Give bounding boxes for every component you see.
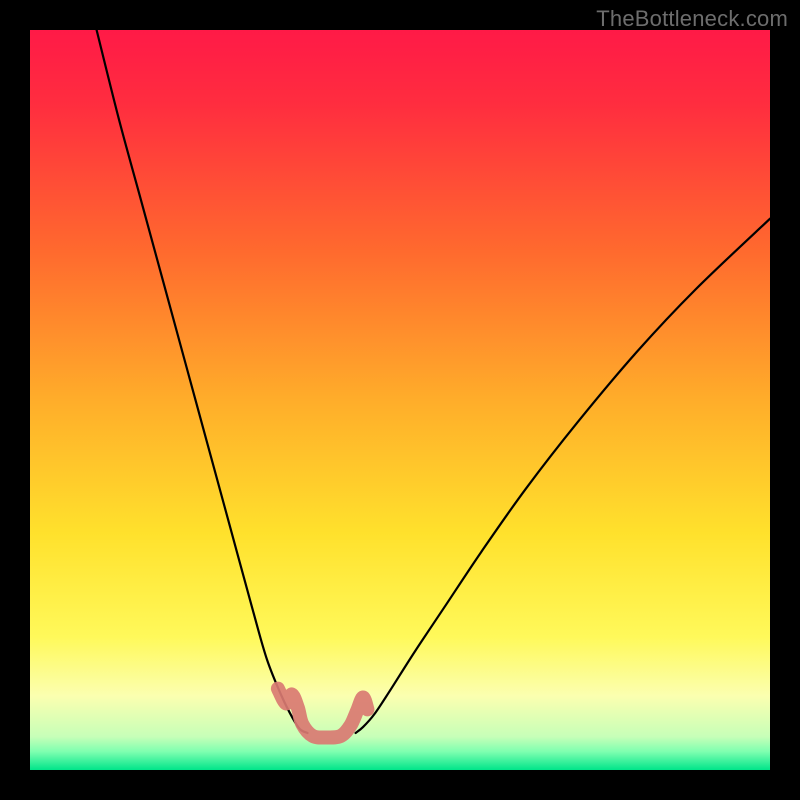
plot-area: [30, 30, 770, 770]
watermark-text: TheBottleneck.com: [596, 6, 788, 32]
chart-background: [30, 30, 770, 770]
chart-container: TheBottleneck.com: [0, 0, 800, 800]
chart-svg: [30, 30, 770, 770]
